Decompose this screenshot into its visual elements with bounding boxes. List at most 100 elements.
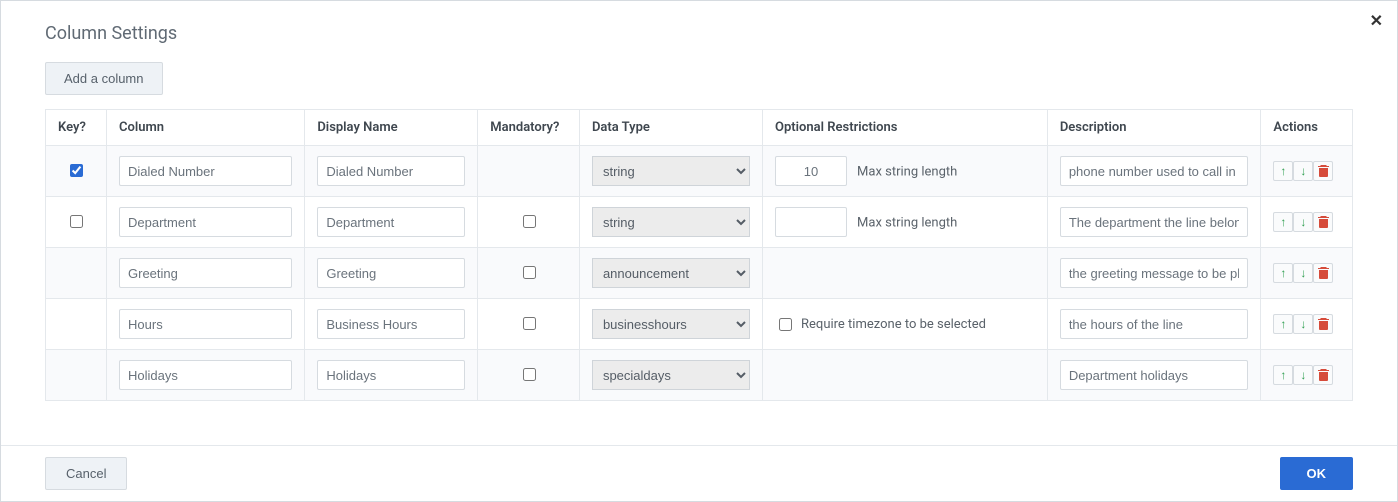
column-input[interactable] xyxy=(119,156,292,186)
maxlen-input[interactable] xyxy=(775,207,847,237)
key-cell xyxy=(46,350,107,401)
description-cell xyxy=(1047,197,1261,248)
optional-cell: Require timezone to be selected xyxy=(763,299,1048,350)
column-settings-modal: ✕ Column Settings Add a column Key? Colu… xyxy=(0,0,1398,502)
trash-icon[interactable] xyxy=(1313,365,1333,385)
table-row: stringannouncementbusinesshoursspecialda… xyxy=(46,146,1353,197)
actions-cell: ↑↓ xyxy=(1261,248,1353,299)
trash-icon[interactable] xyxy=(1313,212,1333,232)
trash-icon[interactable] xyxy=(1313,161,1333,181)
actions-cell: ↑↓ xyxy=(1261,197,1353,248)
column-cell xyxy=(107,197,305,248)
description-input[interactable] xyxy=(1060,207,1249,237)
display-cell xyxy=(305,146,478,197)
maxlen-label: Max string length xyxy=(857,165,957,180)
close-icon[interactable]: ✕ xyxy=(1370,11,1383,30)
modal-body: Column Settings Add a column Key? Column… xyxy=(1,1,1397,401)
description-input[interactable] xyxy=(1060,156,1249,186)
datatype-select[interactable]: stringannouncementbusinesshoursspecialda… xyxy=(592,309,750,339)
mandatory-cell xyxy=(478,350,580,401)
description-cell xyxy=(1047,248,1261,299)
arrow-down-icon[interactable]: ↓ xyxy=(1293,161,1313,181)
mandatory-checkbox[interactable] xyxy=(523,215,536,228)
arrow-up-icon[interactable]: ↑ xyxy=(1273,314,1293,334)
mandatory-cell xyxy=(478,197,580,248)
column-input[interactable] xyxy=(119,258,292,288)
arrow-up-icon[interactable]: ↑ xyxy=(1273,365,1293,385)
table-header-row: Key? Column Display Name Mandatory? Data… xyxy=(46,110,1353,146)
header-display: Display Name xyxy=(305,110,478,146)
columns-table: Key? Column Display Name Mandatory? Data… xyxy=(45,109,1353,401)
page-title: Column Settings xyxy=(45,23,1353,44)
mandatory-checkbox[interactable] xyxy=(523,317,536,330)
description-input[interactable] xyxy=(1060,258,1249,288)
header-description: Description xyxy=(1047,110,1261,146)
description-cell xyxy=(1047,350,1261,401)
maxlen-input[interactable] xyxy=(775,156,847,186)
key-cell xyxy=(46,197,107,248)
table-row: stringannouncementbusinesshoursspecialda… xyxy=(46,299,1353,350)
description-cell xyxy=(1047,299,1261,350)
column-cell xyxy=(107,350,305,401)
cancel-button[interactable]: Cancel xyxy=(45,457,127,490)
description-input[interactable] xyxy=(1060,360,1249,390)
arrow-up-icon[interactable]: ↑ xyxy=(1273,212,1293,232)
datatype-select[interactable]: stringannouncementbusinesshoursspecialda… xyxy=(592,360,750,390)
optional-cell: Max string length xyxy=(763,197,1048,248)
datatype-select[interactable]: stringannouncementbusinesshoursspecialda… xyxy=(592,207,750,237)
key-cell xyxy=(46,146,107,197)
display-cell xyxy=(305,299,478,350)
display-cell xyxy=(305,350,478,401)
column-input[interactable] xyxy=(119,207,292,237)
datatype-cell: stringannouncementbusinesshoursspecialda… xyxy=(579,350,762,401)
key-cell xyxy=(46,248,107,299)
optional-cell: Max string length xyxy=(763,146,1048,197)
column-input[interactable] xyxy=(119,309,292,339)
arrow-down-icon[interactable]: ↓ xyxy=(1293,212,1313,232)
key-checkbox[interactable] xyxy=(70,164,83,177)
datatype-cell: stringannouncementbusinesshoursspecialda… xyxy=(579,197,762,248)
description-input[interactable] xyxy=(1060,309,1249,339)
arrow-up-icon[interactable]: ↑ xyxy=(1273,263,1293,283)
table-row: stringannouncementbusinesshoursspecialda… xyxy=(46,248,1353,299)
add-column-button[interactable]: Add a column xyxy=(45,62,163,95)
mandatory-cell xyxy=(478,248,580,299)
timezone-label: Require timezone to be selected xyxy=(801,317,986,332)
modal-footer: Cancel OK xyxy=(1,445,1397,501)
table-row: stringannouncementbusinesshoursspecialda… xyxy=(46,197,1353,248)
optional-cell xyxy=(763,248,1048,299)
datatype-select[interactable]: stringannouncementbusinesshoursspecialda… xyxy=(592,156,750,186)
display-input[interactable] xyxy=(317,258,465,288)
mandatory-cell xyxy=(478,299,580,350)
mandatory-checkbox[interactable] xyxy=(523,368,536,381)
datatype-select[interactable]: stringannouncementbusinesshoursspecialda… xyxy=(592,258,750,288)
display-input[interactable] xyxy=(317,156,465,186)
timezone-option[interactable]: Require timezone to be selected xyxy=(775,315,1035,334)
trash-icon[interactable] xyxy=(1313,263,1333,283)
arrow-down-icon[interactable]: ↓ xyxy=(1293,314,1313,334)
arrow-up-icon[interactable]: ↑ xyxy=(1273,161,1293,181)
maxlen-label: Max string length xyxy=(857,216,957,231)
actions-cell: ↑↓ xyxy=(1261,146,1353,197)
column-cell xyxy=(107,248,305,299)
mandatory-checkbox[interactable] xyxy=(523,266,536,279)
trash-icon[interactable] xyxy=(1313,314,1333,334)
datatype-cell: stringannouncementbusinesshoursspecialda… xyxy=(579,248,762,299)
arrow-down-icon[interactable]: ↓ xyxy=(1293,365,1313,385)
header-datatype: Data Type xyxy=(579,110,762,146)
display-input[interactable] xyxy=(317,309,465,339)
column-cell xyxy=(107,299,305,350)
key-checkbox[interactable] xyxy=(70,215,83,228)
display-input[interactable] xyxy=(317,360,465,390)
ok-button[interactable]: OK xyxy=(1280,457,1354,490)
display-input[interactable] xyxy=(317,207,465,237)
description-cell xyxy=(1047,146,1261,197)
datatype-cell: stringannouncementbusinesshoursspecialda… xyxy=(579,146,762,197)
arrow-down-icon[interactable]: ↓ xyxy=(1293,263,1313,283)
column-input[interactable] xyxy=(119,360,292,390)
mandatory-cell xyxy=(478,146,580,197)
actions-cell: ↑↓ xyxy=(1261,350,1353,401)
timezone-checkbox[interactable] xyxy=(779,318,792,331)
column-cell xyxy=(107,146,305,197)
header-actions: Actions xyxy=(1261,110,1353,146)
